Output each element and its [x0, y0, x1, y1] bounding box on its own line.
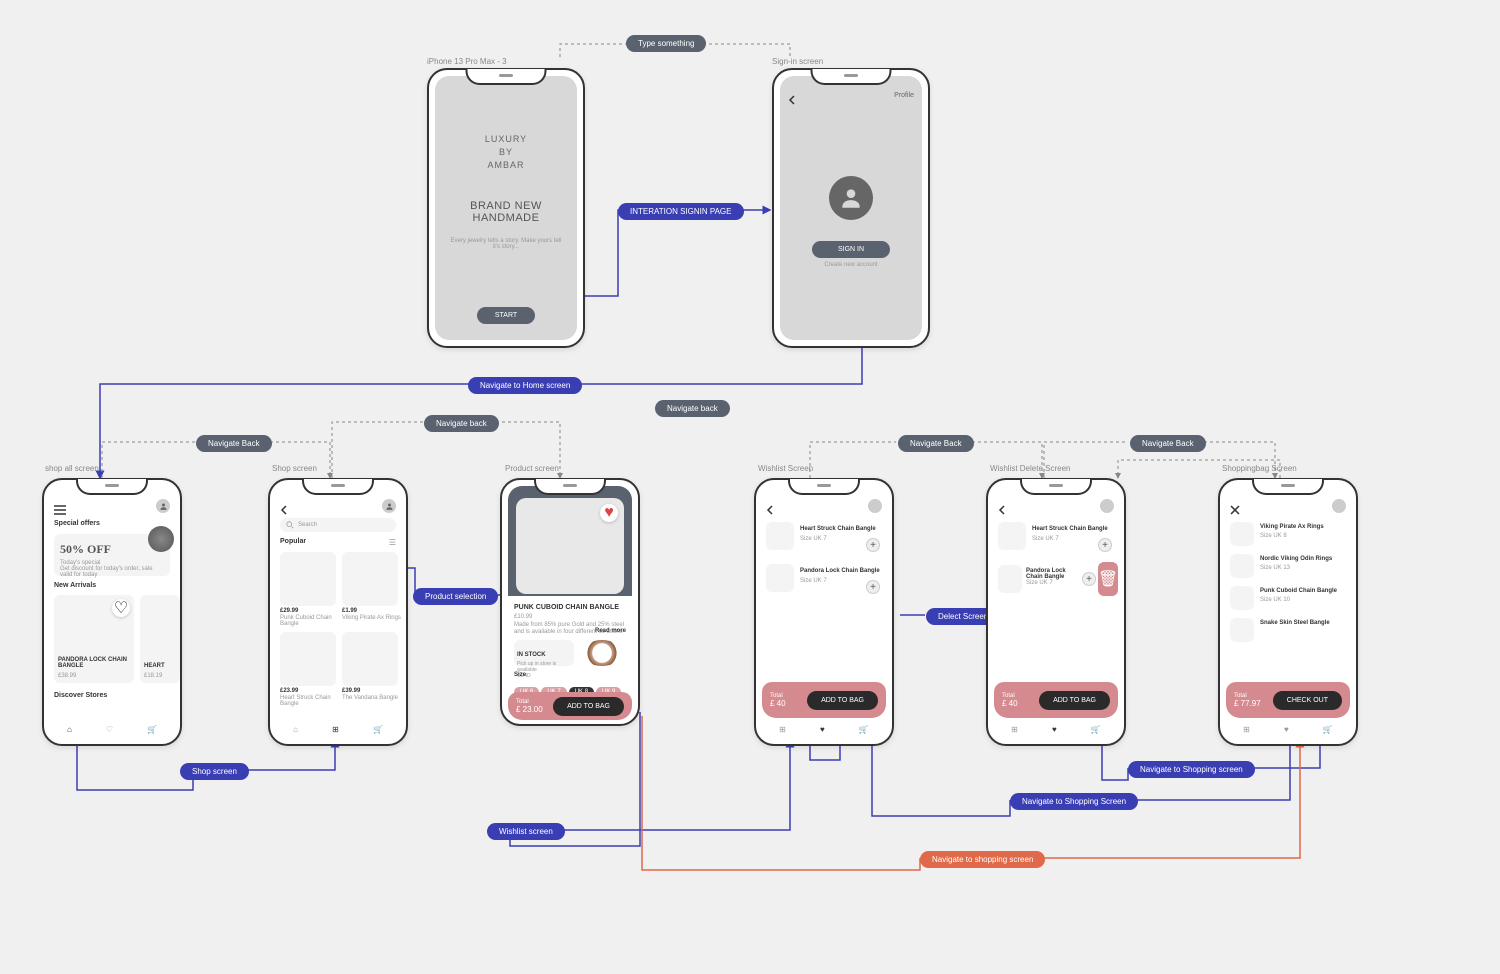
offdesc: Get discount for today's order, sale val… — [60, 566, 164, 578]
phone-product: ♥ PUNK CUBOID CHAIN BANGLE £10.99 Made f… — [500, 478, 640, 726]
pill-nb5: Navigate back — [655, 400, 730, 417]
prod1[interactable]: ♡ PANDORA LOCK CHAIN BANGLE £38.99 — [54, 595, 134, 683]
profile-link[interactable]: Profile — [894, 92, 914, 99]
ring-img — [148, 526, 174, 552]
pill-navhome: Navigate to Home screen — [468, 377, 582, 394]
brand1: LUXURY — [429, 134, 583, 144]
pill-prodsel: Product selection — [413, 588, 498, 605]
search-input[interactable]: Search — [280, 518, 396, 532]
heart-nav-icon[interactable]: ♥ — [820, 725, 825, 734]
search-icon — [286, 521, 294, 529]
back-icon[interactable] — [788, 92, 798, 110]
phone-shopall: Special offers 50% OFF Today's special G… — [42, 478, 182, 746]
pill-navshop1: Navigate to Shopping Screen — [1010, 793, 1138, 810]
cart-icon[interactable]: 🛒 — [147, 725, 157, 734]
add-icon[interactable]: + — [866, 580, 880, 594]
add-to-bag-button[interactable]: ADD TO BAG — [553, 697, 624, 716]
brand2: BY — [429, 147, 583, 157]
heart-nav-icon[interactable]: ♡ — [106, 725, 113, 734]
label-wishlist: Wishlist Screen — [758, 464, 813, 473]
prod2[interactable]: HEART £18.19 — [140, 595, 180, 683]
item2[interactable] — [342, 552, 398, 606]
h1: BRAND NEW — [429, 200, 583, 212]
newarr: New Arrivals — [54, 582, 96, 589]
thumb2 — [766, 564, 794, 592]
phone-shop: Search Popular ☰ £29.99 Punk Cuboid Chai… — [268, 478, 408, 746]
avatar[interactable] — [1332, 499, 1346, 513]
cart-icon[interactable]: 🛒 — [1323, 725, 1333, 734]
label-shopall: shop all screen — [45, 464, 99, 473]
popular: Popular — [280, 538, 306, 545]
grid-icon[interactable]: ⊞ — [332, 725, 339, 734]
label-bag: Shoppingbag Screen — [1222, 464, 1297, 473]
heart-icon[interactable]: ♥ — [600, 504, 618, 522]
delete-icon[interactable]: 🗑 — [1098, 562, 1118, 596]
avatar-icon — [829, 176, 873, 220]
phone-wishlist: Heart Struck Chain Bangle Size UK 7 + Pa… — [754, 478, 894, 746]
home-icon[interactable]: ⌂ — [67, 725, 72, 734]
avatar[interactable] — [1100, 499, 1114, 513]
readmore[interactable]: Read more — [595, 628, 626, 634]
phone-wishlist-del: Heart Struck Chain Bangle Size UK 7 + Pa… — [986, 478, 1126, 746]
home-icon[interactable]: ⌂ — [293, 725, 298, 734]
pill-wishscr: Wishlist screen — [487, 823, 565, 840]
checkout-button[interactable]: CHECK OUT — [1273, 691, 1342, 710]
avatar[interactable] — [156, 499, 170, 513]
back-icon[interactable] — [998, 502, 1008, 520]
menu-icon[interactable] — [54, 502, 66, 520]
thumb1 — [766, 522, 794, 550]
item1[interactable] — [280, 552, 336, 606]
label-shop: Shop screen — [272, 464, 317, 473]
item4[interactable] — [342, 632, 398, 686]
add-to-bag-button[interactable]: ADD TO BAG — [807, 691, 878, 710]
pill-navshop2: Navigate to Shopping screen — [1128, 761, 1255, 778]
h2: HANDMADE — [429, 212, 583, 224]
off: 50% OFF — [60, 542, 111, 556]
start-button[interactable]: START — [477, 307, 535, 324]
phone-splash: LUXURY BY AMBAR BRAND NEW HANDMADE Every… — [427, 68, 585, 348]
create-link[interactable]: Create new account — [774, 262, 928, 268]
pill-navshop3: Navigate to shopping screen — [920, 851, 1045, 868]
ring-img — [582, 640, 622, 666]
special-heading: Special offers — [54, 520, 100, 527]
label-product: Product screen — [505, 464, 559, 473]
phone-signin: Profile SIGN IN Create new account — [772, 68, 930, 348]
add-icon[interactable]: + — [866, 538, 880, 552]
prod-name: PUNK CUBOID CHAIN BANGLE — [514, 604, 619, 611]
label-wishlistdel: Wishlist Delete Screen — [990, 464, 1070, 473]
pill-type: Type something — [626, 35, 706, 52]
close-icon[interactable] — [1230, 502, 1240, 520]
pill-shopscr: Shop screen — [180, 763, 249, 780]
phone-bag: Viking Pirate Ax RingsSize UK 8 Nordic V… — [1218, 478, 1358, 746]
filter-icon[interactable]: ☰ — [389, 538, 396, 547]
sub: Every jewelry tells a story. Make yours … — [429, 238, 583, 250]
heart-icon[interactable]: ♡ — [112, 599, 130, 617]
pill-signin: INTERATION SIGNIN PAGE — [618, 203, 744, 220]
label-splash: iPhone 13 Pro Max - 3 — [427, 57, 507, 66]
brand3: AMBAR — [429, 160, 583, 170]
item3[interactable] — [280, 632, 336, 686]
avatar[interactable] — [382, 499, 396, 513]
back-icon[interactable] — [766, 502, 776, 520]
pill-nb4: Navigate Back — [1130, 435, 1206, 452]
pill-nb3: Navigate Back — [898, 435, 974, 452]
add-to-bag-button[interactable]: ADD TO BAG — [1039, 691, 1110, 710]
avatar[interactable] — [868, 499, 882, 513]
label-signin: Sign-in screen — [772, 57, 823, 66]
signin-button[interactable]: SIGN IN — [812, 241, 890, 258]
cart-icon[interactable]: 🛒 — [373, 725, 383, 734]
pill-nb2: Navigate back — [424, 415, 499, 432]
nav-bar: ⌂ ♡ 🛒 — [50, 720, 174, 738]
discover: Discover Stores — [54, 692, 107, 699]
pill-nb1: Navigate Back — [196, 435, 272, 452]
